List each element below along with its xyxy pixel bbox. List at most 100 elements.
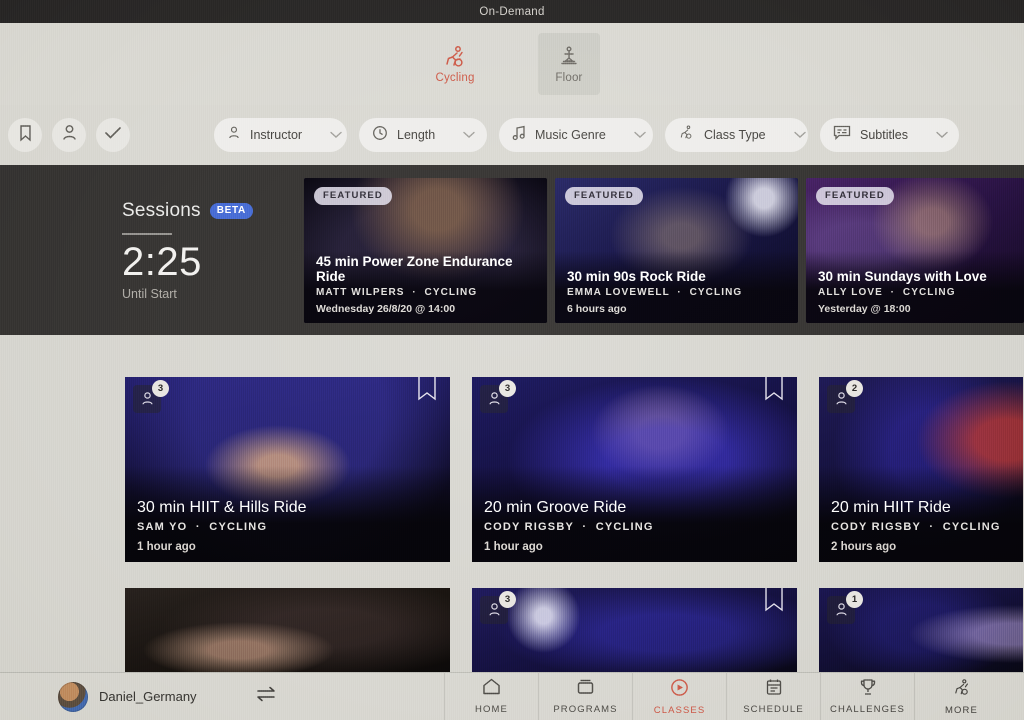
completed-filter-button[interactable] bbox=[96, 118, 130, 152]
filter-length-label: Length bbox=[397, 128, 436, 142]
filter-music-genre[interactable]: Music Genre bbox=[499, 118, 653, 152]
chevron-down-icon bbox=[463, 126, 475, 144]
nav-item-classes[interactable]: CLASSES bbox=[632, 672, 726, 720]
chevron-down-icon bbox=[936, 126, 948, 144]
tab-cycling-label: Cycling bbox=[435, 71, 475, 84]
chevron-down-icon bbox=[330, 126, 342, 144]
card-title: 20 min Groove Ride bbox=[484, 499, 627, 516]
chevron-down-icon bbox=[793, 126, 806, 144]
tab-floor-label: Floor bbox=[555, 71, 583, 84]
card-meta: 30 min HIIT & Hills Ride SAM YO · CYCLIN… bbox=[137, 499, 440, 553]
card-discipline: CYCLING bbox=[595, 521, 654, 533]
filter-instructor[interactable]: Instructor bbox=[214, 118, 347, 152]
card-meta: 20 min HIIT Ride CODY RIGSBY · CYCLING 2… bbox=[831, 499, 1013, 553]
chevron-down-icon bbox=[634, 126, 646, 144]
card-instructor: CODY RIGSBY bbox=[484, 521, 574, 533]
card-time: Wednesday 26/8/20 @ 14:00 bbox=[316, 302, 456, 315]
filter-dropdown-group: Instructor Length Music Genre Class Type… bbox=[214, 118, 959, 152]
nav-item-more[interactable]: MORE bbox=[914, 672, 1008, 720]
filter-bar: Instructor Length Music Genre Class Type… bbox=[0, 105, 1024, 252]
class-grid-row: 3 30 min HIIT & Hills Ride SAM YO · CYCL… bbox=[125, 377, 1024, 562]
page-title: On-Demand bbox=[479, 5, 545, 18]
class-card[interactable]: 3 30 min HIIT & Hills Ride SAM YO · CYCL… bbox=[125, 377, 450, 562]
quick-filter-group bbox=[8, 118, 130, 152]
nav-item-classes-label: CLASSES bbox=[653, 704, 706, 716]
class-card[interactable]: 2 20 min HIIT Ride CODY RIGSBY · CYCLING… bbox=[819, 377, 1023, 562]
filter-subtitles[interactable]: Subtitles bbox=[820, 118, 959, 152]
class-grid: 3 30 min HIIT & Hills Ride SAM YO · CYCL… bbox=[0, 335, 1024, 688]
card-meta: 45 min Power Zone Endurance Ride MATT WI… bbox=[316, 254, 537, 315]
user-profile-chip[interactable]: Daniel_Germany bbox=[58, 681, 197, 712]
bookmark-icon[interactable] bbox=[763, 588, 785, 623]
card-instructor: CODY RIGSBY bbox=[831, 521, 921, 533]
bookmark-icon[interactable] bbox=[416, 377, 438, 412]
participant-count-badge: 3 bbox=[480, 591, 516, 624]
sessions-header: Sessions BETA bbox=[122, 200, 304, 222]
count-value: 3 bbox=[499, 380, 516, 397]
filter-instructor-label: Instructor bbox=[250, 128, 303, 142]
person-icon bbox=[61, 124, 78, 147]
participant-count-badge: 2 bbox=[827, 380, 863, 413]
instructor-filter-button[interactable] bbox=[52, 118, 86, 152]
participant-count-badge: 1 bbox=[827, 591, 863, 624]
card-time: Yesterday @ 18:00 bbox=[818, 302, 911, 315]
nav-item-more-label: MORE bbox=[945, 704, 978, 716]
filter-length[interactable]: Length bbox=[359, 118, 487, 152]
card-meta: 20 min Groove Ride CODY RIGSBY · CYCLING… bbox=[484, 499, 787, 553]
card-instructor: MATT WILPERS bbox=[316, 286, 405, 298]
music-note-icon bbox=[512, 125, 526, 146]
person-icon bbox=[227, 125, 241, 146]
card-time: 6 hours ago bbox=[567, 302, 627, 315]
nav-item-challenges[interactable]: CHALLENGES bbox=[820, 672, 914, 720]
card-time: 2 hours ago bbox=[831, 541, 897, 553]
card-subtitle: SAM YO · CYCLING bbox=[137, 521, 268, 533]
card-title: 30 min HIIT & Hills Ride bbox=[137, 499, 307, 516]
card-title: 30 min Sundays with Love bbox=[818, 268, 987, 284]
card-discipline: CYCLING bbox=[942, 521, 1001, 533]
nav-item-schedule-label: SCHEDULE bbox=[743, 704, 804, 715]
card-subtitle: MATT WILPERS · CYCLING bbox=[316, 286, 478, 298]
beta-badge: BETA bbox=[209, 202, 253, 219]
class-card[interactable]: 3 20 min Groove Ride CODY RIGSBY · CYCLI… bbox=[472, 377, 797, 562]
nav-item-challenges-label: CHALLENGES bbox=[830, 704, 905, 715]
play-circle-icon bbox=[670, 678, 689, 702]
avatar bbox=[58, 681, 88, 712]
featured-tag: FEATURED bbox=[314, 186, 392, 205]
nav-item-schedule[interactable]: SCHEDULE bbox=[726, 672, 820, 720]
username-label: Daniel_Germany bbox=[99, 689, 197, 704]
divider bbox=[122, 232, 172, 235]
card-instructor: EMMA LOVEWELL bbox=[567, 286, 670, 298]
nav-item-home[interactable]: HOME bbox=[444, 672, 538, 720]
cycling-icon bbox=[952, 678, 972, 702]
count-value: 1 bbox=[846, 591, 863, 608]
featured-card[interactable]: FEATURED 45 min Power Zone Endurance Rid… bbox=[304, 177, 547, 323]
subtitles-icon bbox=[833, 125, 851, 145]
bookmark-icon bbox=[18, 124, 33, 147]
card-time: 1 hour ago bbox=[137, 541, 196, 553]
featured-card[interactable]: FEATURED 30 min Sundays with Love ALLY L… bbox=[806, 177, 1024, 323]
discipline-tab-bar: Cycling Floor bbox=[0, 23, 1024, 105]
count-value: 3 bbox=[152, 380, 169, 397]
nav-item-home-label: HOME bbox=[475, 704, 508, 715]
bookmarked-filter-button[interactable] bbox=[8, 118, 42, 152]
count-value: 2 bbox=[846, 380, 863, 397]
nav-item-programs[interactable]: PROGRAMS bbox=[538, 672, 632, 720]
bookmark-icon[interactable] bbox=[763, 377, 785, 412]
card-title: 30 min 90s Rock Ride bbox=[567, 268, 706, 284]
tab-cycling[interactable]: Cycling bbox=[424, 33, 486, 95]
swap-arrows-icon[interactable] bbox=[255, 686, 277, 707]
participant-count-badge: 3 bbox=[480, 380, 516, 413]
home-icon bbox=[482, 678, 501, 701]
card-subtitle: CODY RIGSBY · CYCLING bbox=[484, 521, 654, 533]
top-bar: On-Demand bbox=[0, 0, 1024, 23]
sessions-band: Sessions BETA 2:25 Until Start FEATURED … bbox=[0, 165, 1024, 335]
tab-floor[interactable]: Floor bbox=[538, 33, 600, 95]
card-subtitle: CODY RIGSBY · CYCLING bbox=[831, 521, 1001, 533]
countdown-timer: 2:25 bbox=[122, 239, 202, 284]
card-instructor: ALLY LOVE bbox=[818, 286, 883, 298]
sessions-panel[interactable]: Sessions BETA 2:25 Until Start bbox=[0, 200, 304, 301]
featured-card[interactable]: FEATURED 30 min 90s Rock Ride EMMA LOVEW… bbox=[555, 177, 798, 323]
calendar-icon bbox=[765, 678, 783, 701]
filter-class-type[interactable]: Class Type bbox=[665, 118, 808, 152]
participant-count-badge: 3 bbox=[133, 380, 169, 413]
